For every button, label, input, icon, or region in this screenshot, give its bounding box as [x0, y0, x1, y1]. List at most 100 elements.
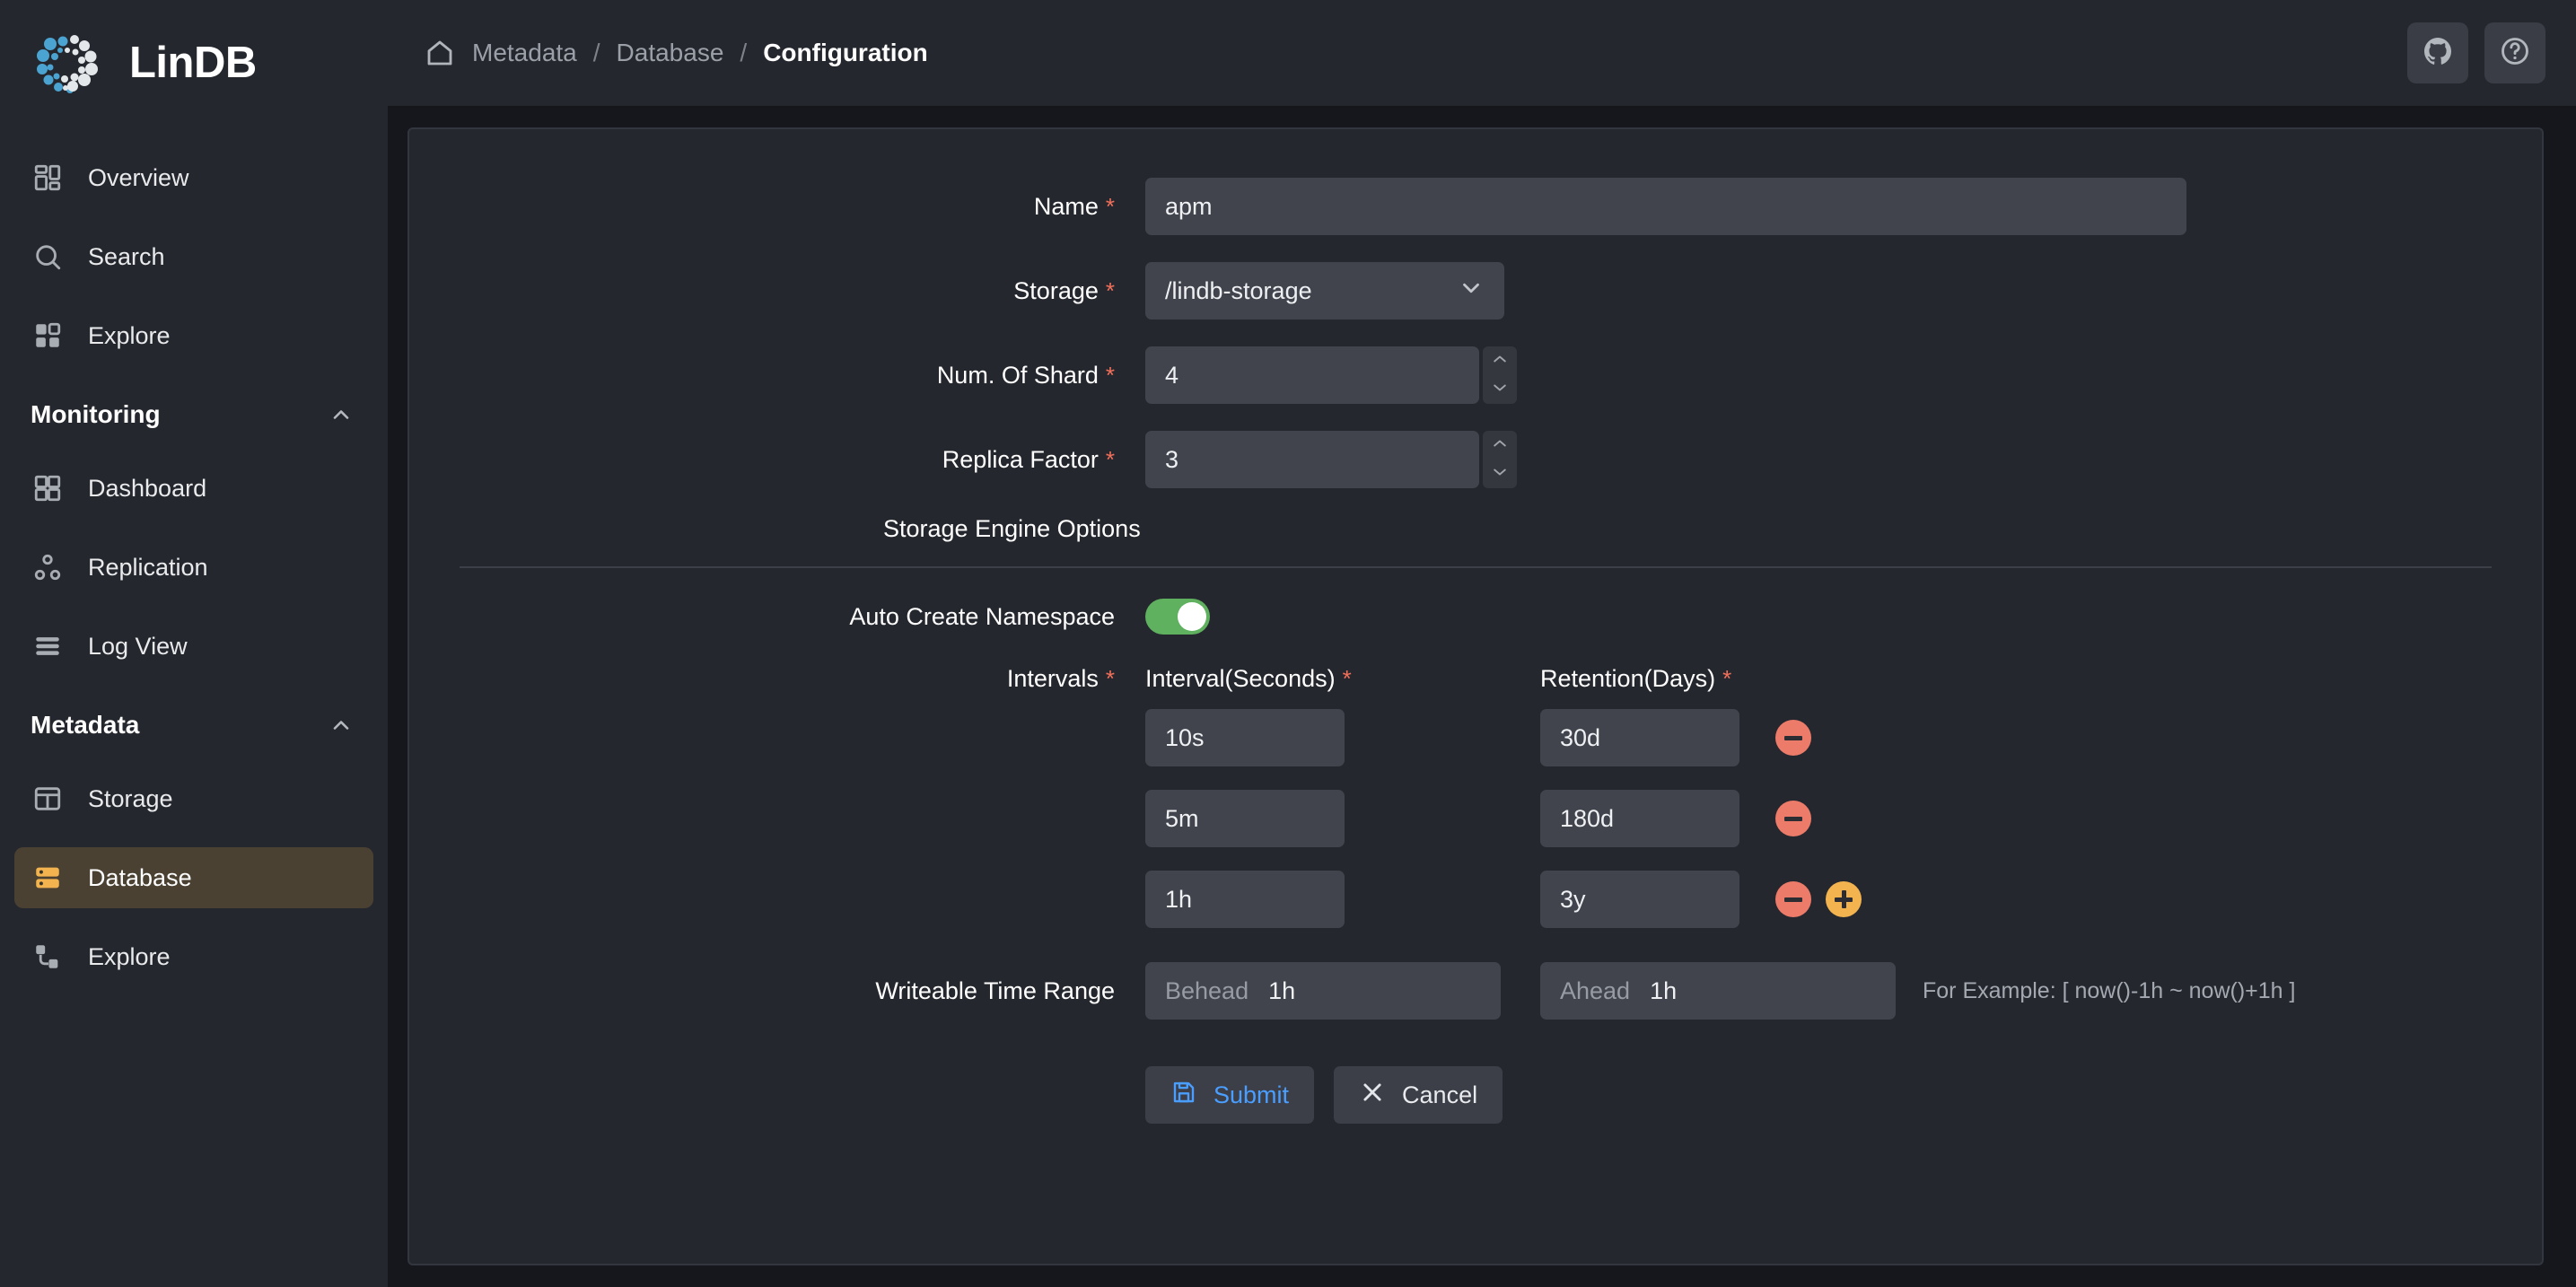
cancel-button[interactable]: Cancel — [1334, 1066, 1503, 1124]
ahead-input[interactable]: Ahead 1h — [1540, 962, 1896, 1020]
field-row-replica-factor: Replica Factor* 3 — [409, 431, 2542, 488]
replica-factor-label: Replica Factor* — [409, 446, 1145, 474]
section-title-storage-engine-options: Storage Engine Options — [409, 515, 2542, 543]
storage-select-value: /lindb-storage — [1165, 277, 1312, 305]
stepper-up-icon[interactable] — [1491, 353, 1509, 370]
grid-blocks-icon — [31, 319, 65, 353]
writeable-time-range-hint: For Example: [ now()-1h ~ now()+1h ] — [1923, 978, 2295, 1004]
chevron-up-icon — [329, 713, 354, 738]
field-row-storage: Storage* /lindb-storage — [409, 262, 2542, 320]
intervals-column-header-retention: Retention(Days)* — [1540, 665, 1731, 693]
minus-circle-icon[interactable] — [1775, 720, 1811, 756]
stepper-down-icon[interactable] — [1491, 466, 1509, 483]
required-mark: * — [1106, 362, 1115, 389]
name-input[interactable]: apm — [1145, 178, 2186, 235]
intervals-header: Intervals* Interval(Seconds)* Retention(… — [409, 665, 2542, 693]
behead-input[interactable]: Behead 1h — [1145, 962, 1501, 1020]
sidebar-item-storage[interactable]: Storage — [14, 768, 373, 829]
sidebar-item-label: Database — [88, 864, 192, 892]
toggle-knob — [1178, 602, 1206, 631]
sidebar-item-label: Explore — [88, 943, 171, 971]
minus-circle-icon[interactable] — [1775, 881, 1811, 917]
sidebar-item-dashboard[interactable]: Dashboard — [14, 458, 373, 519]
interval-row: 1h 3y — [409, 871, 2542, 928]
plus-circle-icon[interactable] — [1826, 881, 1862, 917]
required-mark: * — [1106, 446, 1115, 473]
stepper-down-icon[interactable] — [1491, 381, 1509, 398]
home-icon[interactable] — [424, 37, 456, 69]
brand: LinDB — [0, 0, 388, 126]
required-mark: * — [1722, 665, 1731, 692]
sidebar-group-monitoring[interactable]: Monitoring — [14, 384, 373, 445]
github-icon — [2422, 35, 2454, 72]
lines-list-icon — [31, 629, 65, 663]
sidebar-item-database[interactable]: Database — [14, 847, 373, 908]
sidebar-item-overview[interactable]: Overview — [14, 147, 373, 208]
field-row-writeable-time-range: Writeable Time Range Behead 1h Ahead 1h … — [409, 962, 2542, 1020]
breadcrumb-separator: / — [740, 39, 747, 67]
behead-prefix: Behead — [1165, 977, 1249, 1005]
main-area: Metadata / Database / Configuration — [388, 0, 2576, 1287]
sidebar-item-label: Log View — [88, 633, 188, 661]
chevron-up-icon — [329, 402, 354, 427]
interval-input[interactable]: 1h — [1145, 871, 1345, 928]
save-disk-icon — [1170, 1079, 1197, 1112]
cancel-label: Cancel — [1402, 1081, 1477, 1109]
sidebar-group-metadata[interactable]: Metadata — [14, 695, 373, 756]
sidebar-item-metadata-explore[interactable]: Explore — [14, 926, 373, 987]
writeable-time-range-label: Writeable Time Range — [409, 977, 1145, 1005]
minus-circle-icon[interactable] — [1775, 801, 1811, 836]
submit-button[interactable]: Submit — [1145, 1066, 1314, 1124]
field-row-name: Name* apm — [409, 178, 2542, 235]
sidebar-item-explore[interactable]: Explore — [14, 305, 373, 366]
interval-input[interactable]: 5m — [1145, 790, 1345, 847]
brand-name: LinDB — [129, 38, 257, 88]
interval-row: 10s 30d — [409, 709, 2542, 766]
replica-factor-input[interactable]: 3 — [1145, 431, 1479, 488]
replica-factor-stepper[interactable] — [1483, 431, 1517, 488]
retention-input[interactable]: 30d — [1540, 709, 1739, 766]
breadcrumb-current: Configuration — [763, 39, 928, 67]
sidebar: LinDB Overview — [0, 0, 388, 1287]
interval-input[interactable]: 10s — [1145, 709, 1345, 766]
field-row-num-of-shard: Num. Of Shard* 4 — [409, 346, 2542, 404]
sidebar-item-replication[interactable]: Replication — [14, 537, 373, 598]
storage-label: Storage* — [409, 277, 1145, 305]
num-of-shard-stepper[interactable] — [1483, 346, 1517, 404]
retention-input[interactable]: 180d — [1540, 790, 1739, 847]
app-root: LinDB Overview — [0, 0, 2576, 1287]
intervals-column-header-interval: Interval(Seconds)* — [1145, 665, 1540, 693]
field-row-auto-create-namespace: Auto Create Namespace — [409, 599, 2542, 635]
intervals-label: Intervals* — [409, 665, 1145, 693]
required-mark: * — [1106, 665, 1115, 692]
retention-input[interactable]: 3y — [1540, 871, 1739, 928]
database-server-icon — [31, 861, 65, 895]
breadcrumb: Metadata / Database / Configuration — [424, 37, 928, 69]
num-of-shard-label: Num. Of Shard* — [409, 362, 1145, 390]
help-circle-icon — [2499, 35, 2531, 72]
sidebar-item-log-view[interactable]: Log View — [14, 616, 373, 677]
sidebar-item-search[interactable]: Search — [14, 226, 373, 287]
form-actions: Submit Cancel — [409, 1066, 2542, 1124]
auto-create-namespace-toggle[interactable] — [1145, 599, 1210, 635]
required-mark: * — [1106, 193, 1115, 220]
sidebar-item-label: Dashboard — [88, 475, 206, 503]
github-button[interactable] — [2407, 22, 2468, 83]
breadcrumb-database[interactable]: Database — [617, 39, 724, 67]
required-mark: * — [1106, 277, 1115, 304]
chevron-down-icon — [1458, 275, 1485, 308]
storage-select[interactable]: /lindb-storage — [1145, 262, 1504, 320]
breadcrumb-separator: / — [593, 39, 600, 67]
help-button[interactable] — [2484, 22, 2545, 83]
content-wrapper: Name* apm Storage* /lindb-storage — [388, 108, 2576, 1287]
sidebar-item-label: Overview — [88, 164, 189, 192]
stepper-up-icon[interactable] — [1491, 437, 1509, 454]
required-mark: * — [1343, 665, 1352, 692]
configuration-card: Name* apm Storage* /lindb-storage — [407, 127, 2544, 1265]
interval-row: 5m 180d — [409, 790, 2542, 847]
breadcrumb-root[interactable]: Metadata — [472, 39, 577, 67]
num-of-shard-input[interactable]: 4 — [1145, 346, 1479, 404]
sidebar-group-label: Metadata — [31, 711, 139, 740]
topbar: Metadata / Database / Configuration — [388, 0, 2576, 108]
sidebar-item-label: Replication — [88, 554, 208, 582]
